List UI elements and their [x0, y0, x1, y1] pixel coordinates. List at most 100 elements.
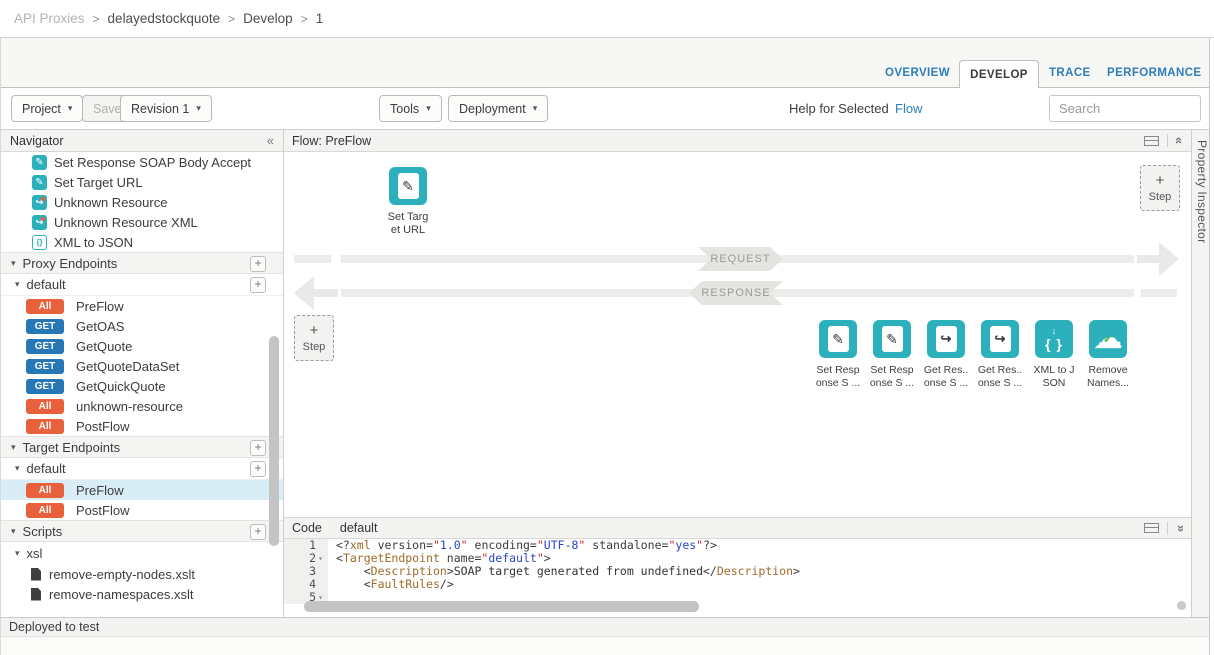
tab-trace[interactable]: TRACE: [1049, 67, 1091, 79]
code-line: 4 <FaultRules/>: [284, 578, 1191, 591]
navigator-scrollbar[interactable]: [269, 336, 279, 546]
add-response-step-button[interactable]: + Step: [294, 315, 334, 361]
policy-icon: [32, 155, 47, 170]
add-target-endpoint-button[interactable]: +: [250, 440, 266, 456]
policy-item[interactable]: Unknown Resource: [1, 192, 283, 212]
script-file-item[interactable]: remove-namespaces.xslt: [1, 584, 283, 604]
code-tab-default[interactable]: default: [340, 521, 378, 535]
policy-item[interactable]: Unknown Resource XML: [1, 212, 283, 232]
navigator-panel: Navigator « Set Response SOAP Body Accep…: [1, 130, 284, 617]
flow-policy[interactable]: Set Resp onse S ...: [811, 320, 865, 390]
project-menu-button[interactable]: Project: [11, 95, 83, 122]
breadcrumb-separator: >: [93, 12, 100, 26]
plus-icon: +: [310, 323, 319, 338]
disclosure-triangle-icon[interactable]: ▾: [11, 258, 16, 269]
toolbar: Project Save Revision 1 Tools Deployment…: [1, 88, 1209, 130]
divider: [1167, 522, 1168, 535]
plus-icon: +: [1156, 173, 1165, 188]
breadcrumb-develop[interactable]: Develop: [243, 11, 293, 26]
expand-panel-icon[interactable]: «: [1172, 524, 1187, 531]
policy-item[interactable]: Set Target URL: [1, 172, 283, 192]
flow-title: Flow: PreFlow: [292, 134, 371, 148]
flow-canvas: Set Targ et URL + Step REQUEST: [284, 152, 1191, 517]
revision-menu-button[interactable]: Revision 1: [120, 95, 212, 122]
policy-label: Set Targ et URL: [388, 211, 429, 237]
collapse-panel-icon[interactable]: «: [1172, 137, 1187, 144]
policy-label: XML to JSON: [54, 235, 133, 250]
flow-label: PostFlow: [76, 503, 129, 518]
tab-overview[interactable]: OVERVIEW: [885, 67, 950, 79]
disclosure-triangle-icon[interactable]: ▾: [15, 279, 20, 290]
disclosure-triangle-icon[interactable]: ▾: [11, 526, 16, 537]
section-scripts[interactable]: ▾ Scripts +: [1, 520, 283, 542]
policy-icon: [32, 215, 47, 230]
section-target-endpoints[interactable]: ▾ Target Endpoints +: [1, 436, 283, 458]
code-lines: 1<?xml version="1.0" encoding="UTF-8" st…: [284, 539, 1191, 604]
app-window: OVERVIEW DEVELOP TRACE PERFORMANCE Proje…: [0, 38, 1210, 655]
response-ribbon: RESPONSE: [689, 281, 783, 305]
flow-policy[interactable]: Remove Names...: [1081, 320, 1135, 390]
tab-performance[interactable]: PERFORMANCE: [1107, 67, 1202, 79]
fold-caret-icon[interactable]: ▾: [316, 552, 325, 565]
panel-layout-icon[interactable]: [1144, 136, 1159, 146]
flow-policy-set-target-url[interactable]: Set Targ et URL: [358, 167, 458, 237]
disclosure-triangle-icon[interactable]: ▾: [11, 442, 16, 453]
disclosure-triangle-icon[interactable]: ▾: [15, 463, 20, 474]
add-flow-button[interactable]: +: [250, 277, 266, 293]
policy-item[interactable]: Set Response SOAP Body Accept: [1, 152, 283, 172]
search-input[interactable]: [1049, 95, 1201, 122]
flow-policy[interactable]: Get Res.. onse S ...: [919, 320, 973, 390]
scripts-group-xsl[interactable]: ▾ xsl: [1, 542, 283, 564]
breadcrumb-api-proxies[interactable]: API Proxies: [14, 11, 85, 26]
flow-item[interactable]: GET GetQuickQuote: [1, 376, 283, 396]
code-panel-title: Code: [292, 521, 322, 535]
file-icon: [31, 568, 41, 581]
flow-item[interactable]: All unknown-resource: [1, 396, 283, 416]
code-horizontal-scrollbar[interactable]: [304, 601, 699, 612]
policy-label: Get Res.. onse S ...: [924, 364, 968, 390]
flow-policy[interactable]: XML to J SON: [1027, 320, 1081, 390]
method-badge: GET: [26, 319, 64, 334]
collapse-navigator-icon[interactable]: «: [267, 133, 274, 148]
flow-label: PreFlow: [76, 483, 124, 498]
deployment-status-text: Deployed to test: [9, 620, 99, 634]
proxy-flow-list: All PreFlow GET GetOAS GET GetQuote: [1, 296, 283, 436]
add-proxy-endpoint-button[interactable]: +: [250, 256, 266, 272]
breadcrumb-proxy-name[interactable]: delayedstockquote: [108, 11, 221, 26]
policy-node-icon: [1089, 320, 1127, 358]
code-editor[interactable]: 1<?xml version="1.0" encoding="UTF-8" st…: [284, 539, 1191, 617]
property-inspector-strip[interactable]: Property Inspector: [1191, 130, 1209, 617]
flow-item[interactable]: GET GetOAS: [1, 316, 283, 336]
flow-item[interactable]: All PreFlow: [1, 296, 283, 316]
main-area: Navigator « Set Response SOAP Body Accep…: [1, 130, 1209, 617]
policy-list: Set Response SOAP Body Accept Set Target…: [1, 152, 283, 252]
flow-item[interactable]: All PreFlow: [1, 480, 283, 500]
deployment-menu-button[interactable]: Deployment: [448, 95, 548, 122]
add-request-step-button[interactable]: + Step: [1140, 165, 1180, 211]
section-proxy-endpoints[interactable]: ▾ Proxy Endpoints +: [1, 252, 283, 274]
method-badge: All: [26, 503, 64, 518]
group-label: xsl: [27, 546, 43, 561]
flow-item[interactable]: All PostFlow: [1, 416, 283, 436]
flow-policy[interactable]: Set Resp onse S ...: [865, 320, 919, 390]
flow-label: GetQuote: [76, 339, 132, 354]
disclosure-triangle-icon[interactable]: ▾: [15, 548, 20, 559]
breadcrumb-revision[interactable]: 1: [316, 11, 324, 26]
policy-label: Unknown Resource: [54, 195, 167, 210]
method-badge: All: [26, 299, 64, 314]
target-endpoint-default[interactable]: ▾ default +: [1, 458, 283, 480]
add-script-button[interactable]: +: [250, 524, 266, 540]
flow-item[interactable]: GET GetQuoteDataSet: [1, 356, 283, 376]
flow-policy[interactable]: Get Res.. onse S ...: [973, 320, 1027, 390]
policy-item[interactable]: XML to JSON: [1, 232, 283, 252]
panel-layout-icon[interactable]: [1144, 523, 1159, 533]
proxy-endpoint-default[interactable]: ▾ default +: [1, 274, 283, 296]
script-file-item[interactable]: remove-empty-nodes.xslt: [1, 564, 283, 584]
flow-item[interactable]: GET GetQuote: [1, 336, 283, 356]
flow-item[interactable]: All PostFlow: [1, 500, 283, 520]
add-flow-button[interactable]: +: [250, 461, 266, 477]
code-vertical-scrollbar[interactable]: [1177, 601, 1186, 610]
help-flow-link[interactable]: Flow: [895, 101, 922, 116]
tab-develop[interactable]: DEVELOP: [959, 60, 1039, 88]
tools-menu-button[interactable]: Tools: [379, 95, 442, 122]
